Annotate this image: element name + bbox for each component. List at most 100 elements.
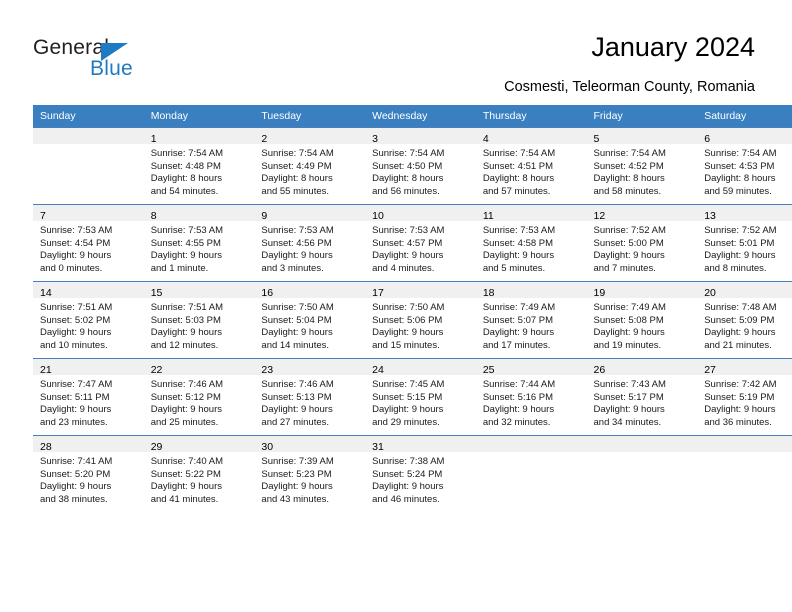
sunrise-text: Sunrise: 7:51 AM xyxy=(150,302,224,313)
daylight-text-line1: Daylight: 9 hours xyxy=(261,250,333,262)
day-number: 17 xyxy=(372,287,384,299)
sunset-text: Sunset: 5:20 PM xyxy=(40,468,111,480)
sunset-text: Sunset: 5:07 PM xyxy=(482,314,554,326)
daylight-text-line1: Daylight: 9 hours xyxy=(372,327,444,339)
calendar-day-cell-empty xyxy=(586,435,698,512)
day-number-bar: 30 xyxy=(254,436,366,453)
calendar-day-cell[interactable]: 22 Sunrise: 7:46 AM Sunset: 5:12 PM Dayligh… xyxy=(143,358,255,436)
sunrise-text: Sunrise: 7:53 AM xyxy=(261,225,334,236)
general-blue-logo[interactable]: General Blue xyxy=(33,36,183,84)
day-number-bar: 15 xyxy=(143,282,255,299)
sunset-text: Sunset: 5:23 PM xyxy=(261,468,332,480)
weekday-header-wednesday: Wednesday xyxy=(365,105,476,128)
day-number-bar: 2 xyxy=(254,128,366,145)
calendar-day-cell[interactable]: 21 Sunrise: 7:47 AM Sunset: 5:11 PM Dayligh… xyxy=(33,358,144,436)
calendar-day-cell[interactable]: 2 Sunrise: 7:54 AM Sunset: 4:49 PM Daylight… xyxy=(254,127,366,205)
day-number: 21 xyxy=(40,364,52,376)
daylight-text-line1: Daylight: 9 hours xyxy=(372,404,444,416)
page-subtitle: Cosmesti, Teleorman County, Romania xyxy=(504,79,755,95)
calendar-day-cell[interactable]: 4 Sunrise: 7:54 AM Sunset: 4:51 PM Daylight… xyxy=(475,127,587,205)
day-details: Sunrise: 7:54 AM Sunset: 4:49 PM Daylight:… xyxy=(254,144,365,198)
daylight-text-line2: and 36 minutes. xyxy=(704,416,772,428)
sunrise-text: Sunrise: 7:54 AM xyxy=(482,148,556,159)
sunrise-text: Sunrise: 7:47 AM xyxy=(40,379,113,390)
sunset-text: Sunset: 5:16 PM xyxy=(482,391,554,403)
calendar-day-cell[interactable]: 25 Sunrise: 7:44 AM Sunset: 5:16 PM Dayligh… xyxy=(475,358,587,436)
calendar-day-cell[interactable]: 30 Sunrise: 7:39 AM Sunset: 5:23 PM Dayligh… xyxy=(254,435,366,512)
calendar-day-cell-empty xyxy=(33,127,144,205)
calendar-header-row: Sunday Monday Tuesday Wednesday Thursday… xyxy=(33,105,792,128)
daylight-text-line1: Daylight: 9 hours xyxy=(372,250,444,262)
sunset-text: Sunset: 5:03 PM xyxy=(150,314,221,326)
daylight-text-line1: Daylight: 8 hours xyxy=(372,173,444,185)
calendar-day-cell[interactable]: 15 Sunrise: 7:51 AM Sunset: 5:03 PM Dayligh… xyxy=(143,281,255,359)
calendar-day-cell[interactable]: 20 Sunrise: 7:48 AM Sunset: 5:09 PM Dayligh… xyxy=(697,281,792,359)
daylight-text-line2: and 27 minutes. xyxy=(261,416,330,428)
calendar-day-cell[interactable]: 17 Sunrise: 7:50 AM Sunset: 5:06 PM Dayligh… xyxy=(365,281,476,359)
day-details: Sunrise: 7:54 AM Sunset: 4:48 PM Daylight:… xyxy=(144,144,255,198)
day-number-bar: 9 xyxy=(254,205,366,222)
calendar-day-cell[interactable]: 19 Sunrise: 7:49 AM Sunset: 5:08 PM Dayligh… xyxy=(586,281,698,359)
day-details: Sunrise: 7:38 AM Sunset: 5:24 PM Daylight:… xyxy=(365,452,476,506)
weekday-header-sunday: Sunday xyxy=(33,105,144,128)
sunrise-text: Sunrise: 7:38 AM xyxy=(372,456,445,467)
page-header: General Blue January 2024 Cosmesti, Tele… xyxy=(0,0,792,104)
calendar-body: 1 Sunrise: 7:54 AM Sunset: 4:48 PM Daylight… xyxy=(33,127,792,512)
daylight-text-line1: Daylight: 8 hours xyxy=(150,173,222,185)
day-details: Sunrise: 7:50 AM Sunset: 5:04 PM Daylight:… xyxy=(254,298,365,352)
day-number: 31 xyxy=(372,441,384,453)
day-details: Sunrise: 7:48 AM Sunset: 5:09 PM Daylight:… xyxy=(697,298,792,352)
day-number: 3 xyxy=(372,133,378,145)
calendar-day-cell[interactable]: 28 Sunrise: 7:41 AM Sunset: 5:20 PM Dayligh… xyxy=(33,435,144,512)
sunset-text: Sunset: 5:13 PM xyxy=(261,391,332,403)
daylight-text-line1: Daylight: 9 hours xyxy=(372,481,444,493)
calendar-day-cell[interactable]: 13 Sunrise: 7:52 AM Sunset: 5:01 PM Dayligh… xyxy=(697,204,792,282)
calendar-table: Sunday Monday Tuesday Wednesday Thursday… xyxy=(33,105,792,512)
calendar-day-cell[interactable]: 31 Sunrise: 7:38 AM Sunset: 5:24 PM Dayligh… xyxy=(365,435,476,512)
daylight-text-line2: and 17 minutes. xyxy=(482,339,551,351)
day-number: 13 xyxy=(704,210,716,222)
calendar-day-cell[interactable]: 29 Sunrise: 7:40 AM Sunset: 5:22 PM Dayligh… xyxy=(143,435,255,512)
sunset-text: Sunset: 5:22 PM xyxy=(150,468,221,480)
sunset-text: Sunset: 5:24 PM xyxy=(372,468,443,480)
day-details: Sunrise: 7:53 AM Sunset: 4:57 PM Daylight:… xyxy=(365,221,476,275)
daylight-text-line1: Daylight: 9 hours xyxy=(704,250,776,262)
calendar-day-cell[interactable]: 7 Sunrise: 7:53 AM Sunset: 4:54 PM Daylight… xyxy=(33,204,144,282)
calendar-day-cell[interactable]: 11 Sunrise: 7:53 AM Sunset: 4:58 PM Dayligh… xyxy=(475,204,587,282)
daylight-text-line1: Daylight: 9 hours xyxy=(40,327,112,339)
calendar-day-cell[interactable]: 9 Sunrise: 7:53 AM Sunset: 4:56 PM Daylight… xyxy=(254,204,366,282)
calendar-day-cell[interactable]: 18 Sunrise: 7:49 AM Sunset: 5:07 PM Dayligh… xyxy=(475,281,587,359)
sunrise-text: Sunrise: 7:50 AM xyxy=(261,302,334,313)
calendar-day-cell[interactable]: 16 Sunrise: 7:50 AM Sunset: 5:04 PM Dayligh… xyxy=(254,281,366,359)
daylight-text-line2: and 56 minutes. xyxy=(372,185,440,197)
daylight-text-line1: Daylight: 9 hours xyxy=(40,481,112,493)
day-number: 15 xyxy=(150,287,163,299)
day-details: Sunrise: 7:53 AM Sunset: 4:56 PM Daylight:… xyxy=(254,221,365,275)
day-number-bar: 7 xyxy=(33,205,144,222)
day-number: 18 xyxy=(482,287,495,299)
daylight-text-line1: Daylight: 9 hours xyxy=(482,250,555,262)
calendar-day-cell[interactable]: 6 Sunrise: 7:54 AM Sunset: 4:53 PM Daylight… xyxy=(697,127,792,205)
day-number-bar: 12 xyxy=(586,205,698,222)
calendar-day-cell[interactable]: 24 Sunrise: 7:45 AM Sunset: 5:15 PM Dayligh… xyxy=(365,358,476,436)
calendar-day-cell[interactable]: 5 Sunrise: 7:54 AM Sunset: 4:52 PM Daylight… xyxy=(586,127,698,205)
sunrise-text: Sunrise: 7:49 AM xyxy=(593,302,666,313)
sunrise-text: Sunrise: 7:51 AM xyxy=(40,302,113,313)
sunset-text: Sunset: 5:15 PM xyxy=(372,391,443,403)
calendar-day-cell[interactable]: 26 Sunrise: 7:43 AM Sunset: 5:17 PM Dayligh… xyxy=(586,358,698,436)
calendar-day-cell[interactable]: 27 Sunrise: 7:42 AM Sunset: 5:19 PM Dayligh… xyxy=(697,358,792,436)
calendar-day-cell[interactable]: 10 Sunrise: 7:53 AM Sunset: 4:57 PM Dayligh… xyxy=(365,204,476,282)
calendar-day-cell[interactable]: 3 Sunrise: 7:54 AM Sunset: 4:50 PM Daylight… xyxy=(365,127,476,205)
daylight-text-line1: Daylight: 9 hours xyxy=(150,404,222,416)
day-number-bar: 23 xyxy=(254,359,366,376)
sunset-text: Sunset: 5:12 PM xyxy=(150,391,221,403)
calendar-day-cell[interactable]: 23 Sunrise: 7:46 AM Sunset: 5:13 PM Dayligh… xyxy=(254,358,366,436)
day-number: 20 xyxy=(704,287,716,299)
calendar-day-cell[interactable]: 14 Sunrise: 7:51 AM Sunset: 5:02 PM Dayligh… xyxy=(33,281,144,359)
day-details: Sunrise: 7:49 AM Sunset: 5:07 PM Daylight:… xyxy=(476,298,587,352)
sunrise-text: Sunrise: 7:53 AM xyxy=(40,225,113,236)
calendar-day-cell[interactable]: 1 Sunrise: 7:54 AM Sunset: 4:48 PM Daylight… xyxy=(143,127,255,205)
daylight-text-line2: and 23 minutes. xyxy=(40,416,108,428)
calendar-day-cell[interactable]: 8 Sunrise: 7:53 AM Sunset: 4:55 PM Daylight… xyxy=(143,204,255,282)
calendar-day-cell[interactable]: 12 Sunrise: 7:52 AM Sunset: 5:00 PM Dayligh… xyxy=(586,204,698,282)
